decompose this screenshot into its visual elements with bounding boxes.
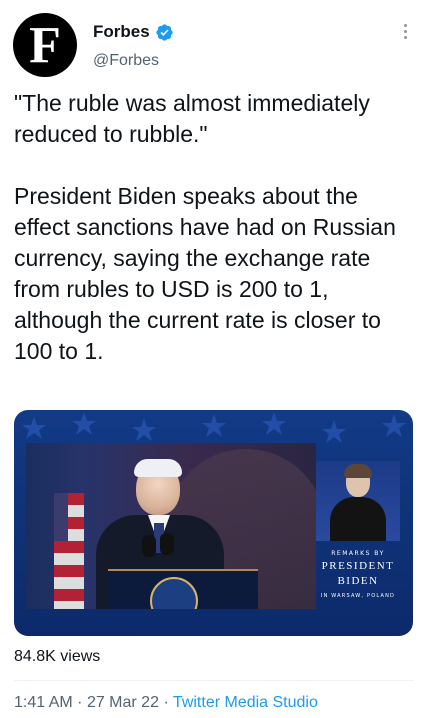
divider — [14, 680, 414, 681]
video-frame[interactable] — [26, 443, 316, 609]
microphone — [142, 535, 156, 557]
tweet-media[interactable]: REMARKS BY PRESIDENT BIDEN IN WARSAW, PO… — [14, 410, 413, 636]
avatar[interactable]: F — [13, 13, 77, 77]
account-name[interactable]: Forbes — [93, 22, 150, 42]
tweet-date[interactable]: 27 Mar 22 — [87, 694, 159, 711]
tweet-time[interactable]: 1:41 AM — [14, 694, 73, 711]
video-caption: REMARKS BY PRESIDENT BIDEN IN WARSAW, PO… — [316, 550, 400, 599]
tweet-source-link[interactable]: Twitter Media Studio — [173, 694, 318, 711]
interpreter-body — [330, 497, 386, 541]
caption-remarks: REMARKS BY — [331, 550, 385, 557]
flag-image — [54, 493, 84, 609]
sign-language-interpreter — [316, 461, 400, 541]
speaker-hair — [134, 459, 182, 477]
more-vertical-icon[interactable] — [403, 24, 409, 42]
name-row: Forbes — [93, 22, 174, 42]
verified-badge-icon — [156, 23, 173, 41]
account-handle[interactable]: @Forbes — [93, 52, 159, 70]
microphone — [160, 533, 174, 555]
caption-name-line1: PRESIDENT — [321, 560, 395, 572]
tweet-header: F Forbes @Forbes — [0, 0, 427, 80]
view-count[interactable]: 84.8K views — [14, 648, 100, 666]
caption-name-line2: BIDEN — [337, 575, 379, 587]
tweet-text: "The ruble was almost immediately reduce… — [14, 90, 396, 364]
avatar-letter: F — [29, 17, 61, 74]
tweet-meta: 1:41 AM · 27 Mar 22 · Twitter Media Stud… — [14, 694, 318, 712]
caption-location: IN WARSAW, POLAND — [320, 593, 396, 599]
meta-separator: · — [77, 694, 83, 711]
interpreter-hair — [344, 464, 372, 478]
meta-separator: · — [163, 694, 169, 711]
